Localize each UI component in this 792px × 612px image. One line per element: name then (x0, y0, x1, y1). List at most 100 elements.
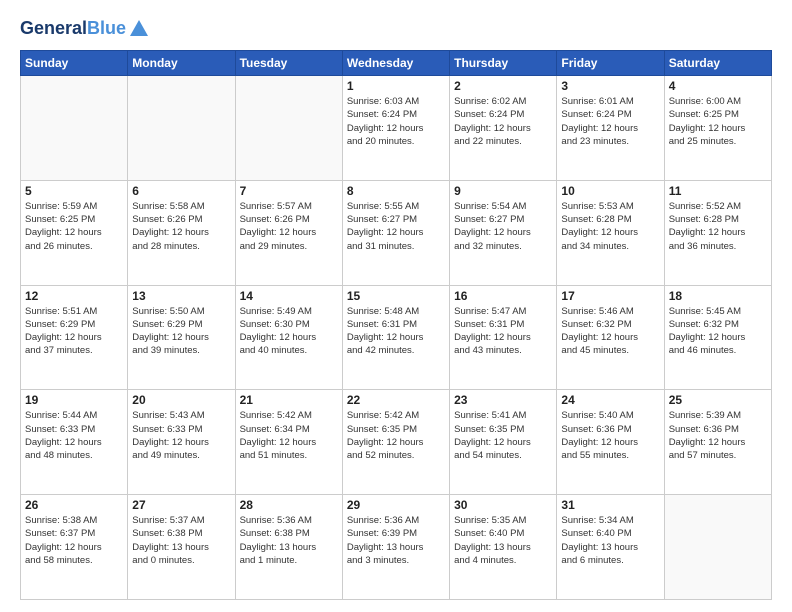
day-info: Sunrise: 6:00 AM Sunset: 6:25 PM Dayligh… (669, 95, 767, 148)
day-info: Sunrise: 5:54 AM Sunset: 6:27 PM Dayligh… (454, 200, 552, 253)
day-info: Sunrise: 5:41 AM Sunset: 6:35 PM Dayligh… (454, 409, 552, 462)
day-info: Sunrise: 5:52 AM Sunset: 6:28 PM Dayligh… (669, 200, 767, 253)
calendar-table: SundayMondayTuesdayWednesdayThursdayFrid… (20, 50, 772, 600)
calendar-cell: 1Sunrise: 6:03 AM Sunset: 6:24 PM Daylig… (342, 76, 449, 181)
calendar-cell: 18 Sunrise: 5:45 AM Sunset: 6:32 PM Dayli… (664, 285, 771, 390)
calendar-cell (21, 76, 128, 181)
day-info: Sunrise: 6:03 AM Sunset: 6:24 PM Dayligh… (347, 95, 445, 148)
day-number: 9 (454, 184, 552, 198)
calendar-cell: 5 Sunrise: 5:59 AM Sunset: 6:25 PM Daylig… (21, 180, 128, 285)
day-number: 7 (240, 184, 338, 198)
calendar-cell: 2 Sunrise: 6:02 AM Sunset: 6:24 PM Daylig… (450, 76, 557, 181)
day-info: Sunrise: 5:59 AM Sunset: 6:25 PM Dayligh… (25, 200, 123, 253)
day-info: Sunrise: 5:55 AM Sunset: 6:27 PM Dayligh… (347, 200, 445, 253)
day-info: Sunrise: 6:01 AM Sunset: 6:24 PM Dayligh… (561, 95, 659, 148)
page: GeneralBlue SundayMondayTuesdayWednesday… (0, 0, 792, 612)
calendar-cell: 29 Sunrise: 5:36 AM Sunset: 6:39 PM Dayli… (342, 495, 449, 600)
day-number: 13 (132, 289, 230, 303)
day-number: 8 (347, 184, 445, 198)
day-number: 24 (561, 393, 659, 407)
day-number: 14 (240, 289, 338, 303)
day-info: Sunrise: 5:51 AM Sunset: 6:29 PM Dayligh… (25, 305, 123, 358)
day-info: Sunrise: 5:53 AM Sunset: 6:28 PM Dayligh… (561, 200, 659, 253)
day-info: Sunrise: 5:58 AM Sunset: 6:26 PM Dayligh… (132, 200, 230, 253)
day-info: Sunrise: 5:35 AM Sunset: 6:40 PM Dayligh… (454, 514, 552, 567)
logo: GeneralBlue (20, 18, 150, 40)
calendar-cell: 12 Sunrise: 5:51 AM Sunset: 6:29 PM Dayli… (21, 285, 128, 390)
day-info: Sunrise: 5:34 AM Sunset: 6:40 PM Dayligh… (561, 514, 659, 567)
calendar-cell: 30 Sunrise: 5:35 AM Sunset: 6:40 PM Dayli… (450, 495, 557, 600)
day-number: 20 (132, 393, 230, 407)
day-number: 16 (454, 289, 552, 303)
day-info: Sunrise: 5:46 AM Sunset: 6:32 PM Dayligh… (561, 305, 659, 358)
calendar-cell: 10 Sunrise: 5:53 AM Sunset: 6:28 PM Dayli… (557, 180, 664, 285)
calendar-cell: 3 Sunrise: 6:01 AM Sunset: 6:24 PM Daylig… (557, 76, 664, 181)
calendar-cell: 21 Sunrise: 5:42 AM Sunset: 6:34 PM Dayli… (235, 390, 342, 495)
day-number: 28 (240, 498, 338, 512)
day-info: Sunrise: 5:44 AM Sunset: 6:33 PM Dayligh… (25, 409, 123, 462)
day-number: 27 (132, 498, 230, 512)
day-number: 10 (561, 184, 659, 198)
day-number: 29 (347, 498, 445, 512)
day-info: Sunrise: 5:39 AM Sunset: 6:36 PM Dayligh… (669, 409, 767, 462)
day-number: 25 (669, 393, 767, 407)
calendar-cell: 4 Sunrise: 6:00 AM Sunset: 6:25 PM Daylig… (664, 76, 771, 181)
calendar-cell (235, 76, 342, 181)
day-number: 5 (25, 184, 123, 198)
day-info: Sunrise: 5:36 AM Sunset: 6:38 PM Dayligh… (240, 514, 338, 567)
weekday-header: Tuesday (235, 51, 342, 76)
calendar-cell: 17 Sunrise: 5:46 AM Sunset: 6:32 PM Dayli… (557, 285, 664, 390)
calendar-cell: 20Sunrise: 5:43 AM Sunset: 6:33 PM Dayli… (128, 390, 235, 495)
calendar-cell: 31 Sunrise: 5:34 AM Sunset: 6:40 PM Dayli… (557, 495, 664, 600)
day-number: 11 (669, 184, 767, 198)
day-number: 12 (25, 289, 123, 303)
calendar-cell: 9 Sunrise: 5:54 AM Sunset: 6:27 PM Daylig… (450, 180, 557, 285)
calendar-cell: 6Sunrise: 5:58 AM Sunset: 6:26 PM Daylig… (128, 180, 235, 285)
day-info: Sunrise: 5:36 AM Sunset: 6:39 PM Dayligh… (347, 514, 445, 567)
day-number: 4 (669, 79, 767, 93)
day-info: Sunrise: 5:47 AM Sunset: 6:31 PM Dayligh… (454, 305, 552, 358)
day-number: 17 (561, 289, 659, 303)
day-info: Sunrise: 5:40 AM Sunset: 6:36 PM Dayligh… (561, 409, 659, 462)
weekday-header: Monday (128, 51, 235, 76)
day-info: Sunrise: 5:37 AM Sunset: 6:38 PM Dayligh… (132, 514, 230, 567)
day-info: Sunrise: 5:38 AM Sunset: 6:37 PM Dayligh… (25, 514, 123, 567)
calendar-cell: 27 Sunrise: 5:37 AM Sunset: 6:38 PM Dayli… (128, 495, 235, 600)
logo-icon (128, 18, 150, 40)
calendar-cell: 26Sunrise: 5:38 AM Sunset: 6:37 PM Dayli… (21, 495, 128, 600)
calendar-cell: 22Sunrise: 5:42 AM Sunset: 6:35 PM Dayli… (342, 390, 449, 495)
header: GeneralBlue (20, 18, 772, 40)
weekday-header: Thursday (450, 51, 557, 76)
day-number: 23 (454, 393, 552, 407)
day-number: 3 (561, 79, 659, 93)
day-number: 22 (347, 393, 445, 407)
day-info: Sunrise: 5:42 AM Sunset: 6:34 PM Dayligh… (240, 409, 338, 462)
calendar-cell (664, 495, 771, 600)
day-number: 30 (454, 498, 552, 512)
day-number: 2 (454, 79, 552, 93)
day-info: Sunrise: 6:02 AM Sunset: 6:24 PM Dayligh… (454, 95, 552, 148)
weekday-header: Sunday (21, 51, 128, 76)
day-number: 21 (240, 393, 338, 407)
calendar-cell: 13Sunrise: 5:50 AM Sunset: 6:29 PM Dayli… (128, 285, 235, 390)
calendar-cell: 28 Sunrise: 5:36 AM Sunset: 6:38 PM Dayli… (235, 495, 342, 600)
weekday-header: Friday (557, 51, 664, 76)
calendar-cell (128, 76, 235, 181)
day-number: 18 (669, 289, 767, 303)
calendar-cell: 16 Sunrise: 5:47 AM Sunset: 6:31 PM Dayli… (450, 285, 557, 390)
calendar-cell: 25 Sunrise: 5:39 AM Sunset: 6:36 PM Dayli… (664, 390, 771, 495)
day-info: Sunrise: 5:45 AM Sunset: 6:32 PM Dayligh… (669, 305, 767, 358)
calendar-cell: 7 Sunrise: 5:57 AM Sunset: 6:26 PM Daylig… (235, 180, 342, 285)
calendar-cell: 19 Sunrise: 5:44 AM Sunset: 6:33 PM Dayli… (21, 390, 128, 495)
calendar-cell: 15Sunrise: 5:48 AM Sunset: 6:31 PM Dayli… (342, 285, 449, 390)
logo-text: GeneralBlue (20, 19, 126, 39)
calendar-cell: 8 Sunrise: 5:55 AM Sunset: 6:27 PM Daylig… (342, 180, 449, 285)
day-info: Sunrise: 5:57 AM Sunset: 6:26 PM Dayligh… (240, 200, 338, 253)
day-number: 19 (25, 393, 123, 407)
day-number: 31 (561, 498, 659, 512)
weekday-header: Saturday (664, 51, 771, 76)
calendar-cell: 24 Sunrise: 5:40 AM Sunset: 6:36 PM Dayli… (557, 390, 664, 495)
weekday-header: Wednesday (342, 51, 449, 76)
day-info: Sunrise: 5:48 AM Sunset: 6:31 PM Dayligh… (347, 305, 445, 358)
calendar-cell: 11 Sunrise: 5:52 AM Sunset: 6:28 PM Dayli… (664, 180, 771, 285)
